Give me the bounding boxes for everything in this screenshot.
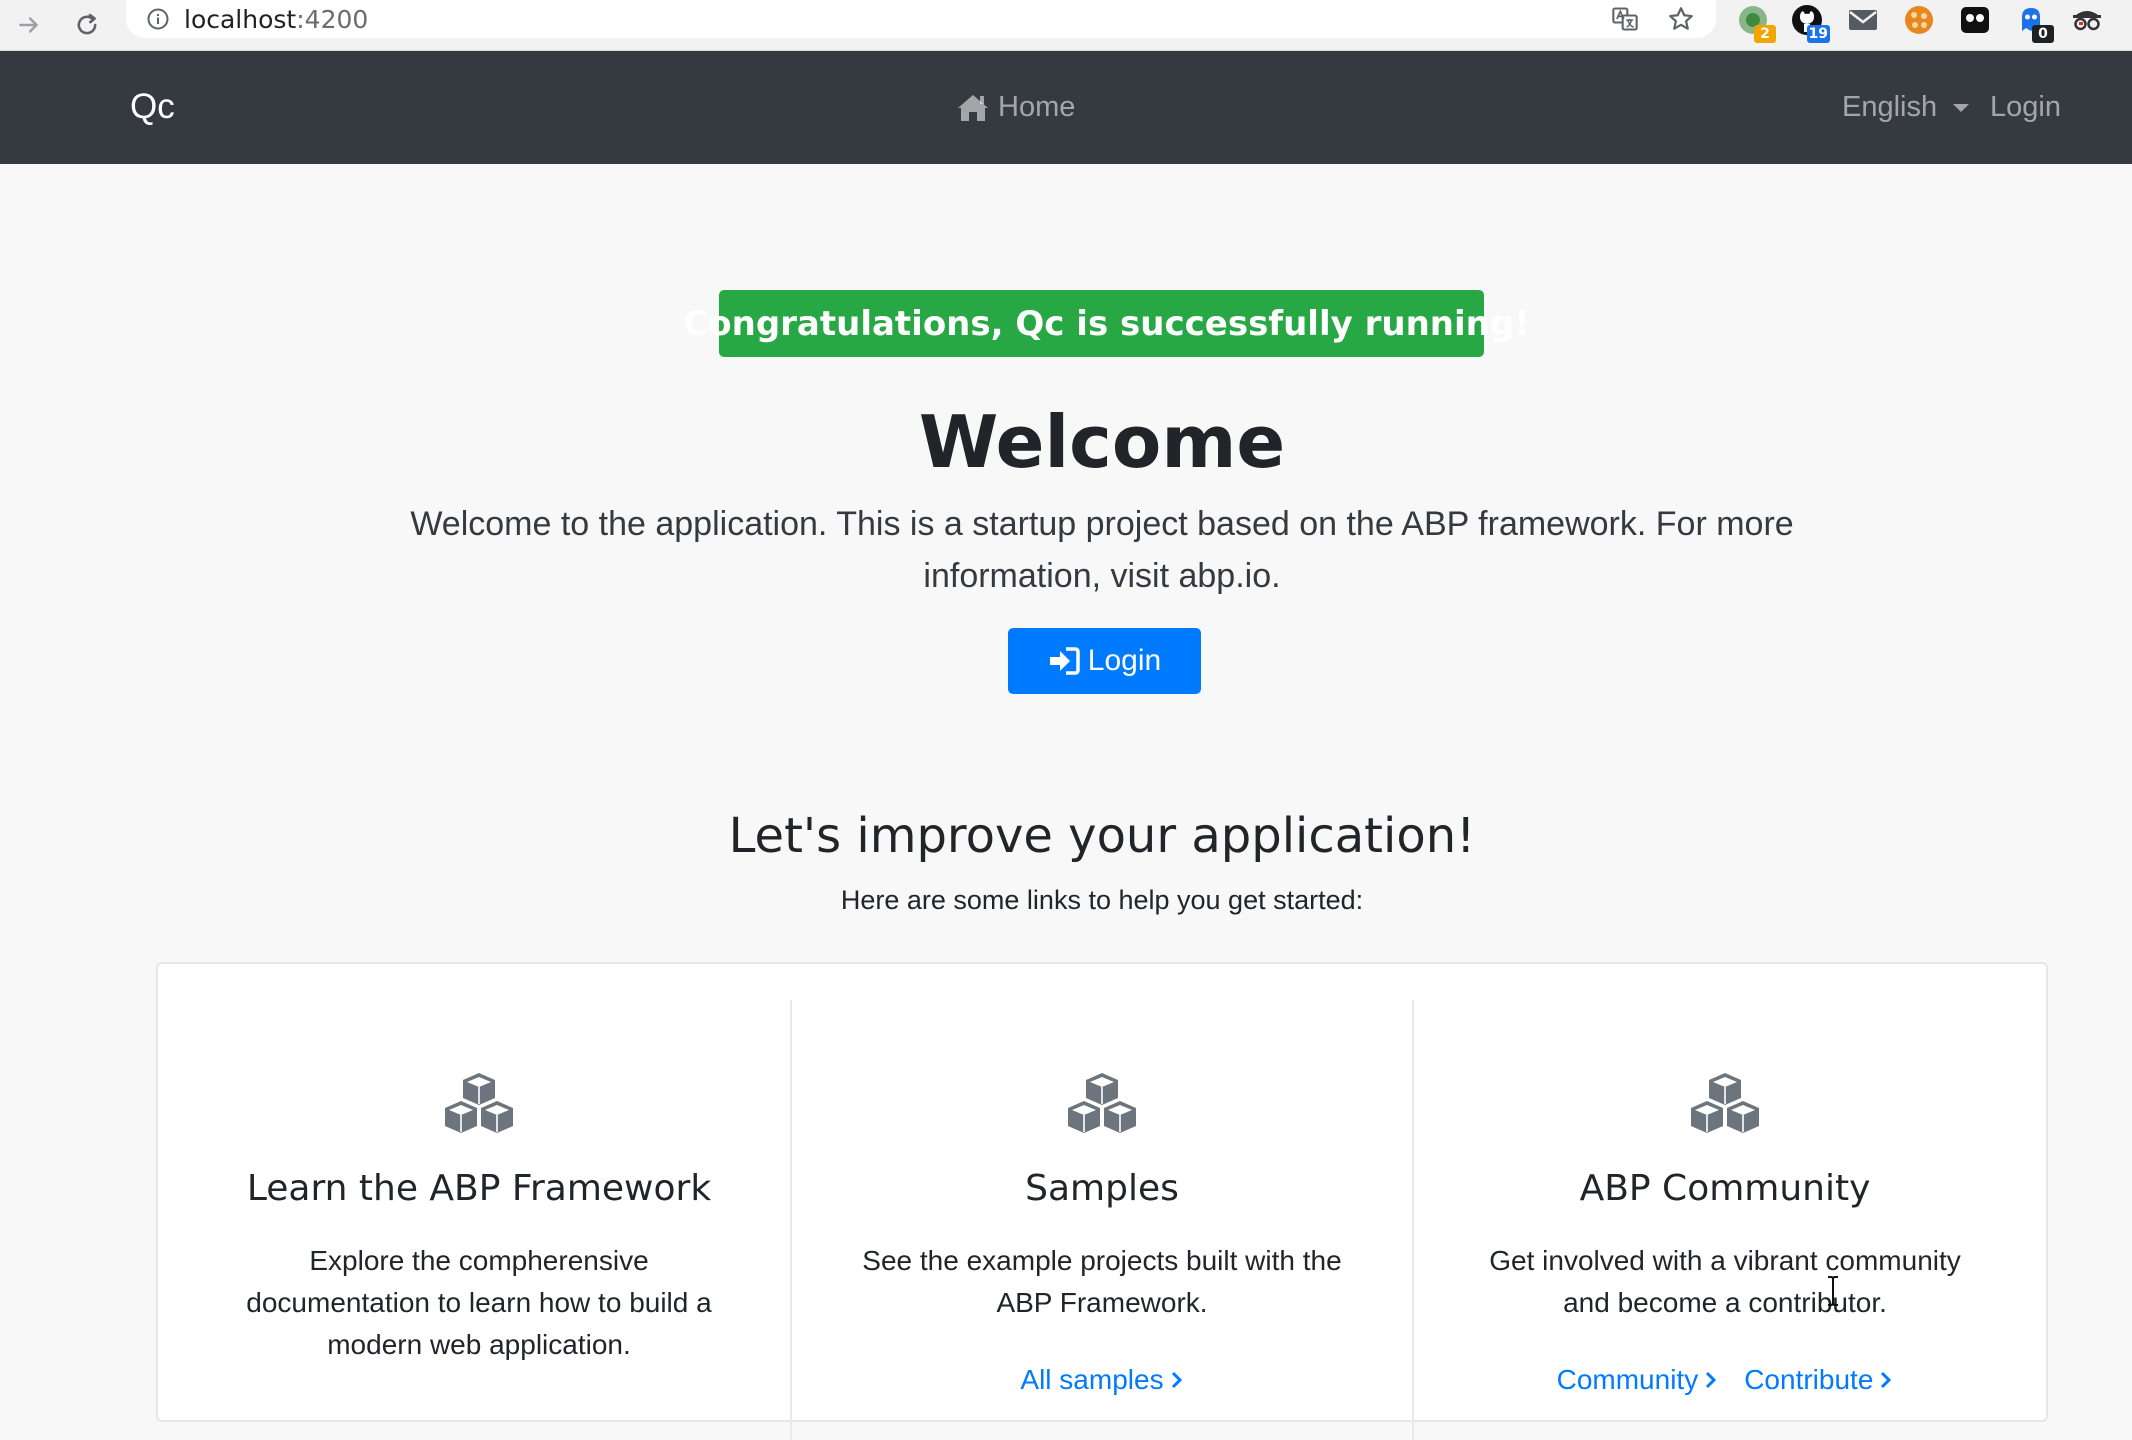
cubes-icon xyxy=(445,1073,513,1133)
login-button-label: Login xyxy=(1087,644,1162,677)
browser-toolbar: localhost:4200 2 19 0 xyxy=(0,0,2132,51)
contribute-link[interactable]: Contribute xyxy=(1744,1364,1893,1396)
column-description: See the example projects built with the … xyxy=(862,1245,1342,1318)
badge-text-suffix: is successfully running! xyxy=(1064,303,1530,344)
reload-button[interactable] xyxy=(68,6,106,44)
incognito-glasses-extension-icon[interactable] xyxy=(2070,3,2104,37)
badge-text-prefix: Congratulations, xyxy=(683,303,1016,344)
improve-heading: Let's improve your application! xyxy=(728,808,1476,864)
cubes-icon xyxy=(1068,1073,1136,1133)
link-label: Contribute xyxy=(1744,1364,1874,1395)
nav-login-link[interactable]: Login xyxy=(1990,91,2061,124)
chevron-down-icon xyxy=(1953,103,1970,112)
badge-brand: Qc xyxy=(1015,303,1065,344)
arrow-right-icon xyxy=(19,17,38,33)
success-badge: Congratulations, Qc is successfully runn… xyxy=(683,290,1530,357)
column-links: Community Contribute xyxy=(1414,1364,2036,1396)
orange-cookie-extension-icon[interactable] xyxy=(1902,3,1936,37)
chevron-right-icon xyxy=(1706,1371,1717,1389)
bookmark-star-icon[interactable] xyxy=(1666,4,1696,34)
sign-in-icon xyxy=(1049,647,1080,675)
chevron-right-icon xyxy=(1881,1371,1892,1389)
url-host: localhost xyxy=(184,4,297,34)
brand-link[interactable]: Qc xyxy=(130,87,175,127)
nav-home-link[interactable]: Home xyxy=(956,91,1075,124)
language-dropdown[interactable]: English xyxy=(1842,91,1970,124)
chevron-right-icon xyxy=(1171,1371,1182,1389)
address-bar[interactable]: localhost:4200 xyxy=(126,0,1716,38)
link-label: All samples xyxy=(1020,1364,1164,1395)
improve-subheading: Here are some links to help you get star… xyxy=(840,885,1364,915)
login-button[interactable]: Login xyxy=(1008,628,1201,694)
url-port: :4200 xyxy=(296,4,369,34)
link-label: Community xyxy=(1556,1364,1699,1395)
column-description: Get involved with a vibrant community an… xyxy=(1489,1245,1961,1318)
language-label: English xyxy=(1842,91,1938,123)
column-description: Explore the compherensive documentation … xyxy=(246,1245,712,1360)
home-icon xyxy=(958,94,988,121)
nav-home-label: Home xyxy=(998,91,1076,123)
green-circle-extension-icon[interactable]: 2 xyxy=(1736,3,1776,43)
text-cursor-icon xyxy=(1828,1276,1838,1306)
all-samples-link[interactable]: All samples xyxy=(1020,1364,1183,1396)
reload-icon xyxy=(77,13,97,35)
translate-icon[interactable] xyxy=(1610,4,1640,34)
column-links: All samples xyxy=(791,1364,1413,1396)
app-navbar: Qc Home English Login xyxy=(0,51,2132,164)
column-title: Samples xyxy=(1025,1168,1179,1209)
cubes-icon xyxy=(1691,1073,1759,1133)
forward-button[interactable] xyxy=(10,6,48,44)
mail-extension-icon[interactable] xyxy=(1846,3,1880,37)
column-title: Learn the ABP Framework xyxy=(246,1168,712,1209)
site-info-icon[interactable] xyxy=(146,7,170,31)
black-mask-extension-icon[interactable] xyxy=(1958,3,1992,37)
welcome-lead-text: Welcome to the application. This is a st… xyxy=(410,505,1794,595)
page-title: Welcome xyxy=(918,400,1286,484)
column-title: ABP Community xyxy=(1579,1168,1871,1209)
github-extension-icon[interactable]: 19 xyxy=(1790,3,1830,43)
community-link[interactable]: Community xyxy=(1557,1364,1719,1396)
getting-started-card: Learn the ABP Framework Explore the comp… xyxy=(156,962,2048,1440)
blue-ghost-extension-icon[interactable]: 0 xyxy=(2014,3,2054,43)
